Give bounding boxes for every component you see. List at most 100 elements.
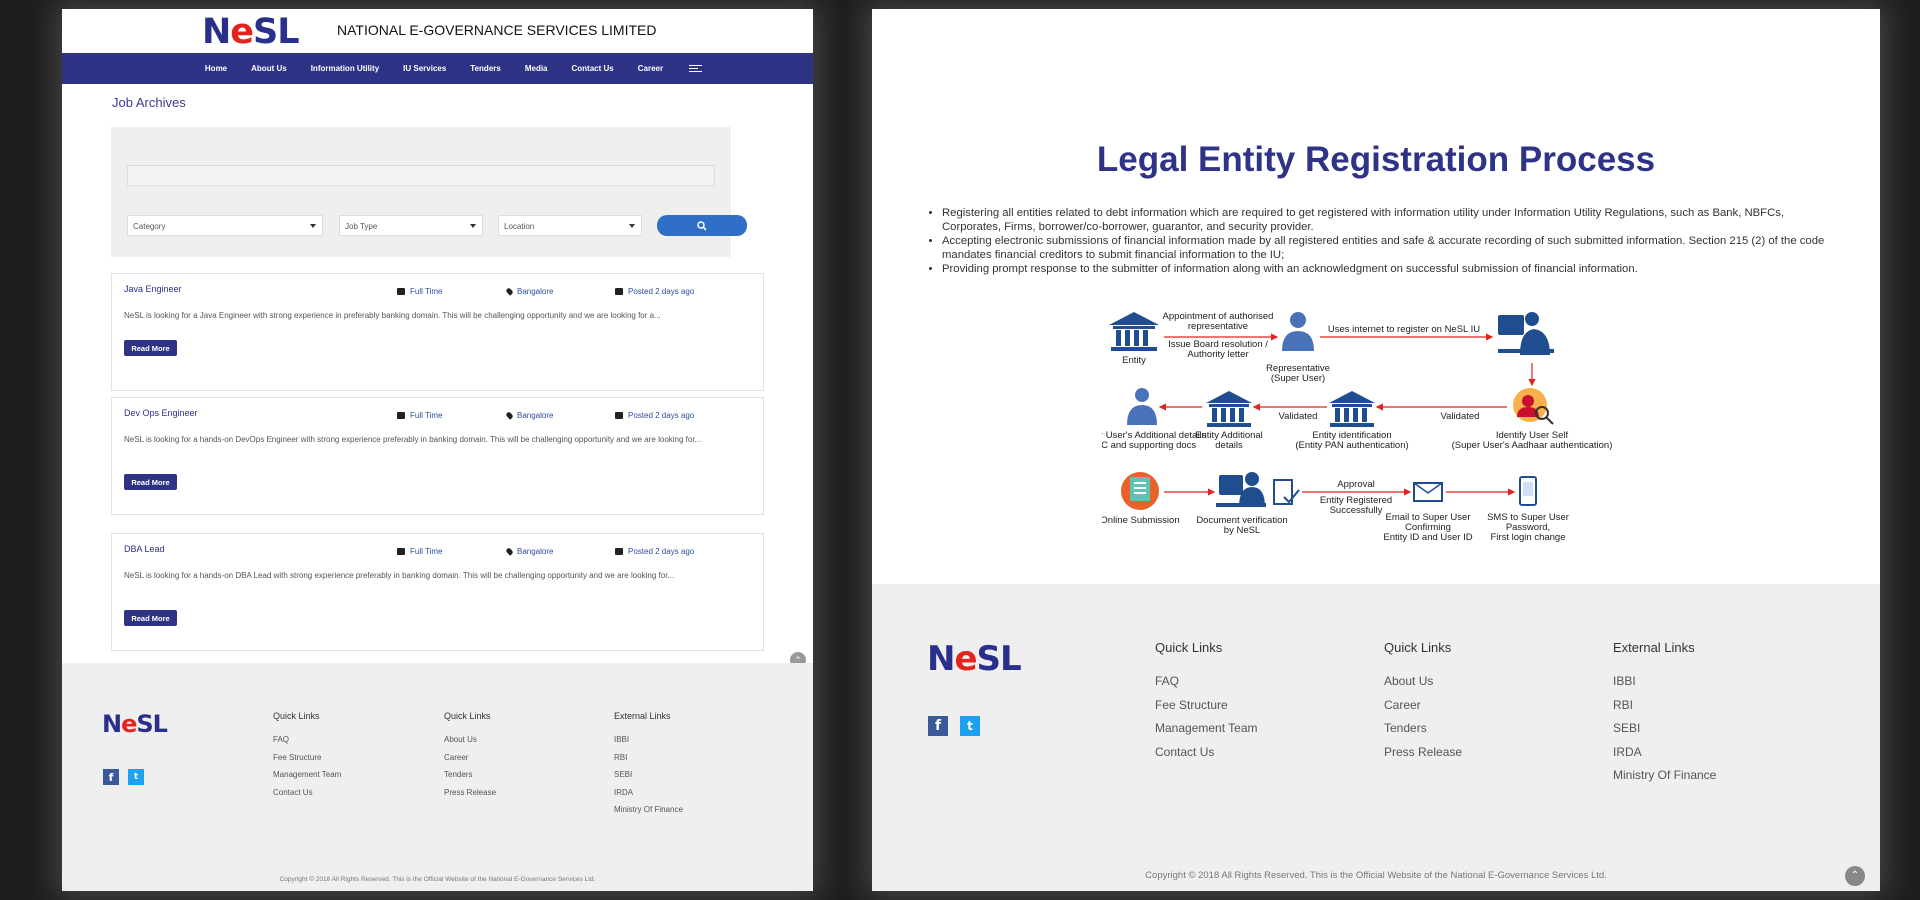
job-posted: Posted 2 days ago <box>628 287 695 296</box>
footer-logo[interactable]: NeSL <box>102 710 168 738</box>
org-name: NATIONAL E-GOVERNANCE SERVICES LIMITED <box>337 22 657 38</box>
nav-home[interactable]: Home <box>205 64 227 73</box>
footer-link[interactable]: Press Release <box>1384 745 1462 759</box>
location-select[interactable]: Location <box>498 215 642 236</box>
diagram-label: Entity <box>1122 355 1146 366</box>
category-select[interactable]: Category <box>127 215 323 236</box>
job-type: Full Time <box>410 287 443 296</box>
chevron-down-icon <box>470 224 476 228</box>
job-type-select[interactable]: Job Type <box>339 215 483 236</box>
footer-link[interactable]: RBI <box>614 753 683 762</box>
footer-link[interactable]: Tenders <box>444 770 496 779</box>
footer-quick-links-1: Quick Links FAQ Fee Structure Management… <box>1155 640 1258 759</box>
footer-link[interactable]: Press Release <box>444 788 496 797</box>
job-location: Bangalore <box>517 411 554 420</box>
scroll-top-icon[interactable]: ⌃ <box>1845 866 1865 886</box>
email-icon <box>1413 482 1443 502</box>
nav-career[interactable]: Career <box>638 64 663 73</box>
aadhaar-search-icon <box>1513 388 1554 425</box>
document-verification-icon <box>1216 472 1300 507</box>
job-description: NeSL is looking for a hands-on DBA Lead … <box>124 571 675 580</box>
footer-link[interactable]: Ministry Of Finance <box>614 805 683 814</box>
bank-building-icon <box>1109 312 1159 351</box>
search-icon <box>697 220 707 231</box>
copyright: Copyright © 2018 All Rights Reserved. Th… <box>1145 870 1607 881</box>
footer-link[interactable]: Fee Structure <box>273 753 341 762</box>
footer-link[interactable]: Career <box>444 753 496 762</box>
footer-link[interactable]: IRDA <box>1613 745 1716 759</box>
facebook-icon[interactable]: f <box>103 769 119 785</box>
calendar-icon <box>615 288 623 295</box>
nav-about-us[interactable]: About Us <box>251 64 287 73</box>
read-more-button[interactable]: Read More <box>124 610 177 626</box>
job-filter-panel: Category Job Type Location <box>111 127 747 257</box>
diagram-label: DSC and supporting docs <box>1102 440 1196 451</box>
legal-entity-registration-page: Legal Entity Registration Process Regist… <box>872 9 1880 891</box>
main-nav: Home About Us Information Utility IU Ser… <box>62 53 813 84</box>
footer-link[interactable]: FAQ <box>273 735 341 744</box>
footer-link[interactable]: IRDA <box>614 788 683 797</box>
job-type: Full Time <box>410 547 443 556</box>
footer-link[interactable]: Management Team <box>273 770 341 779</box>
footer-link[interactable]: Management Team <box>1155 721 1258 735</box>
footer-link[interactable]: About Us <box>1384 674 1462 688</box>
footer-link[interactable]: Ministry Of Finance <box>1613 768 1716 782</box>
diagram-label: Successfully <box>1330 505 1383 516</box>
twitter-icon[interactable]: t <box>960 716 980 736</box>
page-title: Legal Entity Registration Process <box>1096 140 1656 179</box>
read-more-button[interactable]: Read More <box>124 474 177 490</box>
footer-link[interactable]: Contact Us <box>1155 745 1258 759</box>
read-more-button[interactable]: Read More <box>124 340 177 356</box>
keyword-search-input[interactable] <box>127 165 715 186</box>
briefcase-icon <box>397 548 405 555</box>
job-title[interactable]: Dev Ops Engineer <box>124 408 198 418</box>
diagram-label: Approval <box>1337 479 1375 490</box>
nav-media[interactable]: Media <box>525 64 548 73</box>
footer-logo[interactable]: NeSL <box>927 639 1022 679</box>
menu-icon[interactable] <box>689 63 703 74</box>
footer-link[interactable]: RBI <box>1613 698 1716 712</box>
diagram-label: Uses internet to register on NeSL IU <box>1328 324 1480 335</box>
online-submission-icon <box>1121 472 1159 510</box>
footer-link[interactable]: IBBI <box>1613 674 1716 688</box>
footer-link[interactable]: SEBI <box>1613 721 1716 735</box>
job-title[interactable]: DBA Lead <box>124 544 165 554</box>
process-bullets: Registering all entities related to debt… <box>942 206 1832 276</box>
nav-information-utility[interactable]: Information Utility <box>311 64 379 73</box>
bank-building-icon <box>1329 391 1375 427</box>
briefcase-icon <box>397 412 405 419</box>
diagram-label: by NeSL <box>1224 525 1260 536</box>
footer-quick-links-1: Quick Links FAQ Fee Structure Management… <box>273 711 342 797</box>
footer-link[interactable]: IBBI <box>614 735 683 744</box>
job-type: Full Time <box>410 411 443 420</box>
facebook-icon[interactable]: f <box>928 716 948 736</box>
footer-link[interactable]: Fee Structure <box>1155 698 1258 712</box>
bullet-item: Providing prompt response to the submitt… <box>942 262 1832 276</box>
job-card: Dev Ops Engineer Full Time Bangalore Pos… <box>111 397 764 515</box>
footer-link[interactable]: FAQ <box>1155 674 1258 688</box>
chevron-down-icon <box>310 224 316 228</box>
nav-contact-us[interactable]: Contact Us <box>572 64 614 73</box>
job-title[interactable]: Java Engineer <box>124 284 182 294</box>
nav-tenders[interactable]: Tenders <box>470 64 501 73</box>
job-card: DBA Lead Full Time Bangalore Posted 2 da… <box>111 533 764 651</box>
search-button[interactable] <box>657 215 747 236</box>
calendar-icon <box>615 412 623 419</box>
footer-link[interactable]: Contact Us <box>273 788 341 797</box>
job-location: Bangalore <box>517 547 554 556</box>
twitter-icon[interactable]: t <box>128 769 144 785</box>
copyright: Copyright © 2018 All Rights Reserved. Th… <box>279 876 596 883</box>
bank-building-icon <box>1206 391 1252 427</box>
location-pin-icon <box>505 411 514 420</box>
computer-user-icon <box>1498 312 1554 355</box>
diagram-label: Online Submission <box>1102 515 1180 526</box>
footer-link[interactable]: Career <box>1384 698 1462 712</box>
footer-link[interactable]: SEBI <box>614 770 683 779</box>
nav-iu-services[interactable]: IU Services <box>403 64 446 73</box>
briefcase-icon <box>397 288 405 295</box>
nesl-logo[interactable]: NeSL <box>202 12 300 52</box>
footer-link[interactable]: About Us <box>444 735 496 744</box>
job-description: NeSL is looking for a hands-on DevOps En… <box>124 435 702 444</box>
job-archives-page: NeSL NATIONAL E-GOVERNANCE SERVICES LIMI… <box>62 9 813 891</box>
footer-link[interactable]: Tenders <box>1384 721 1462 735</box>
